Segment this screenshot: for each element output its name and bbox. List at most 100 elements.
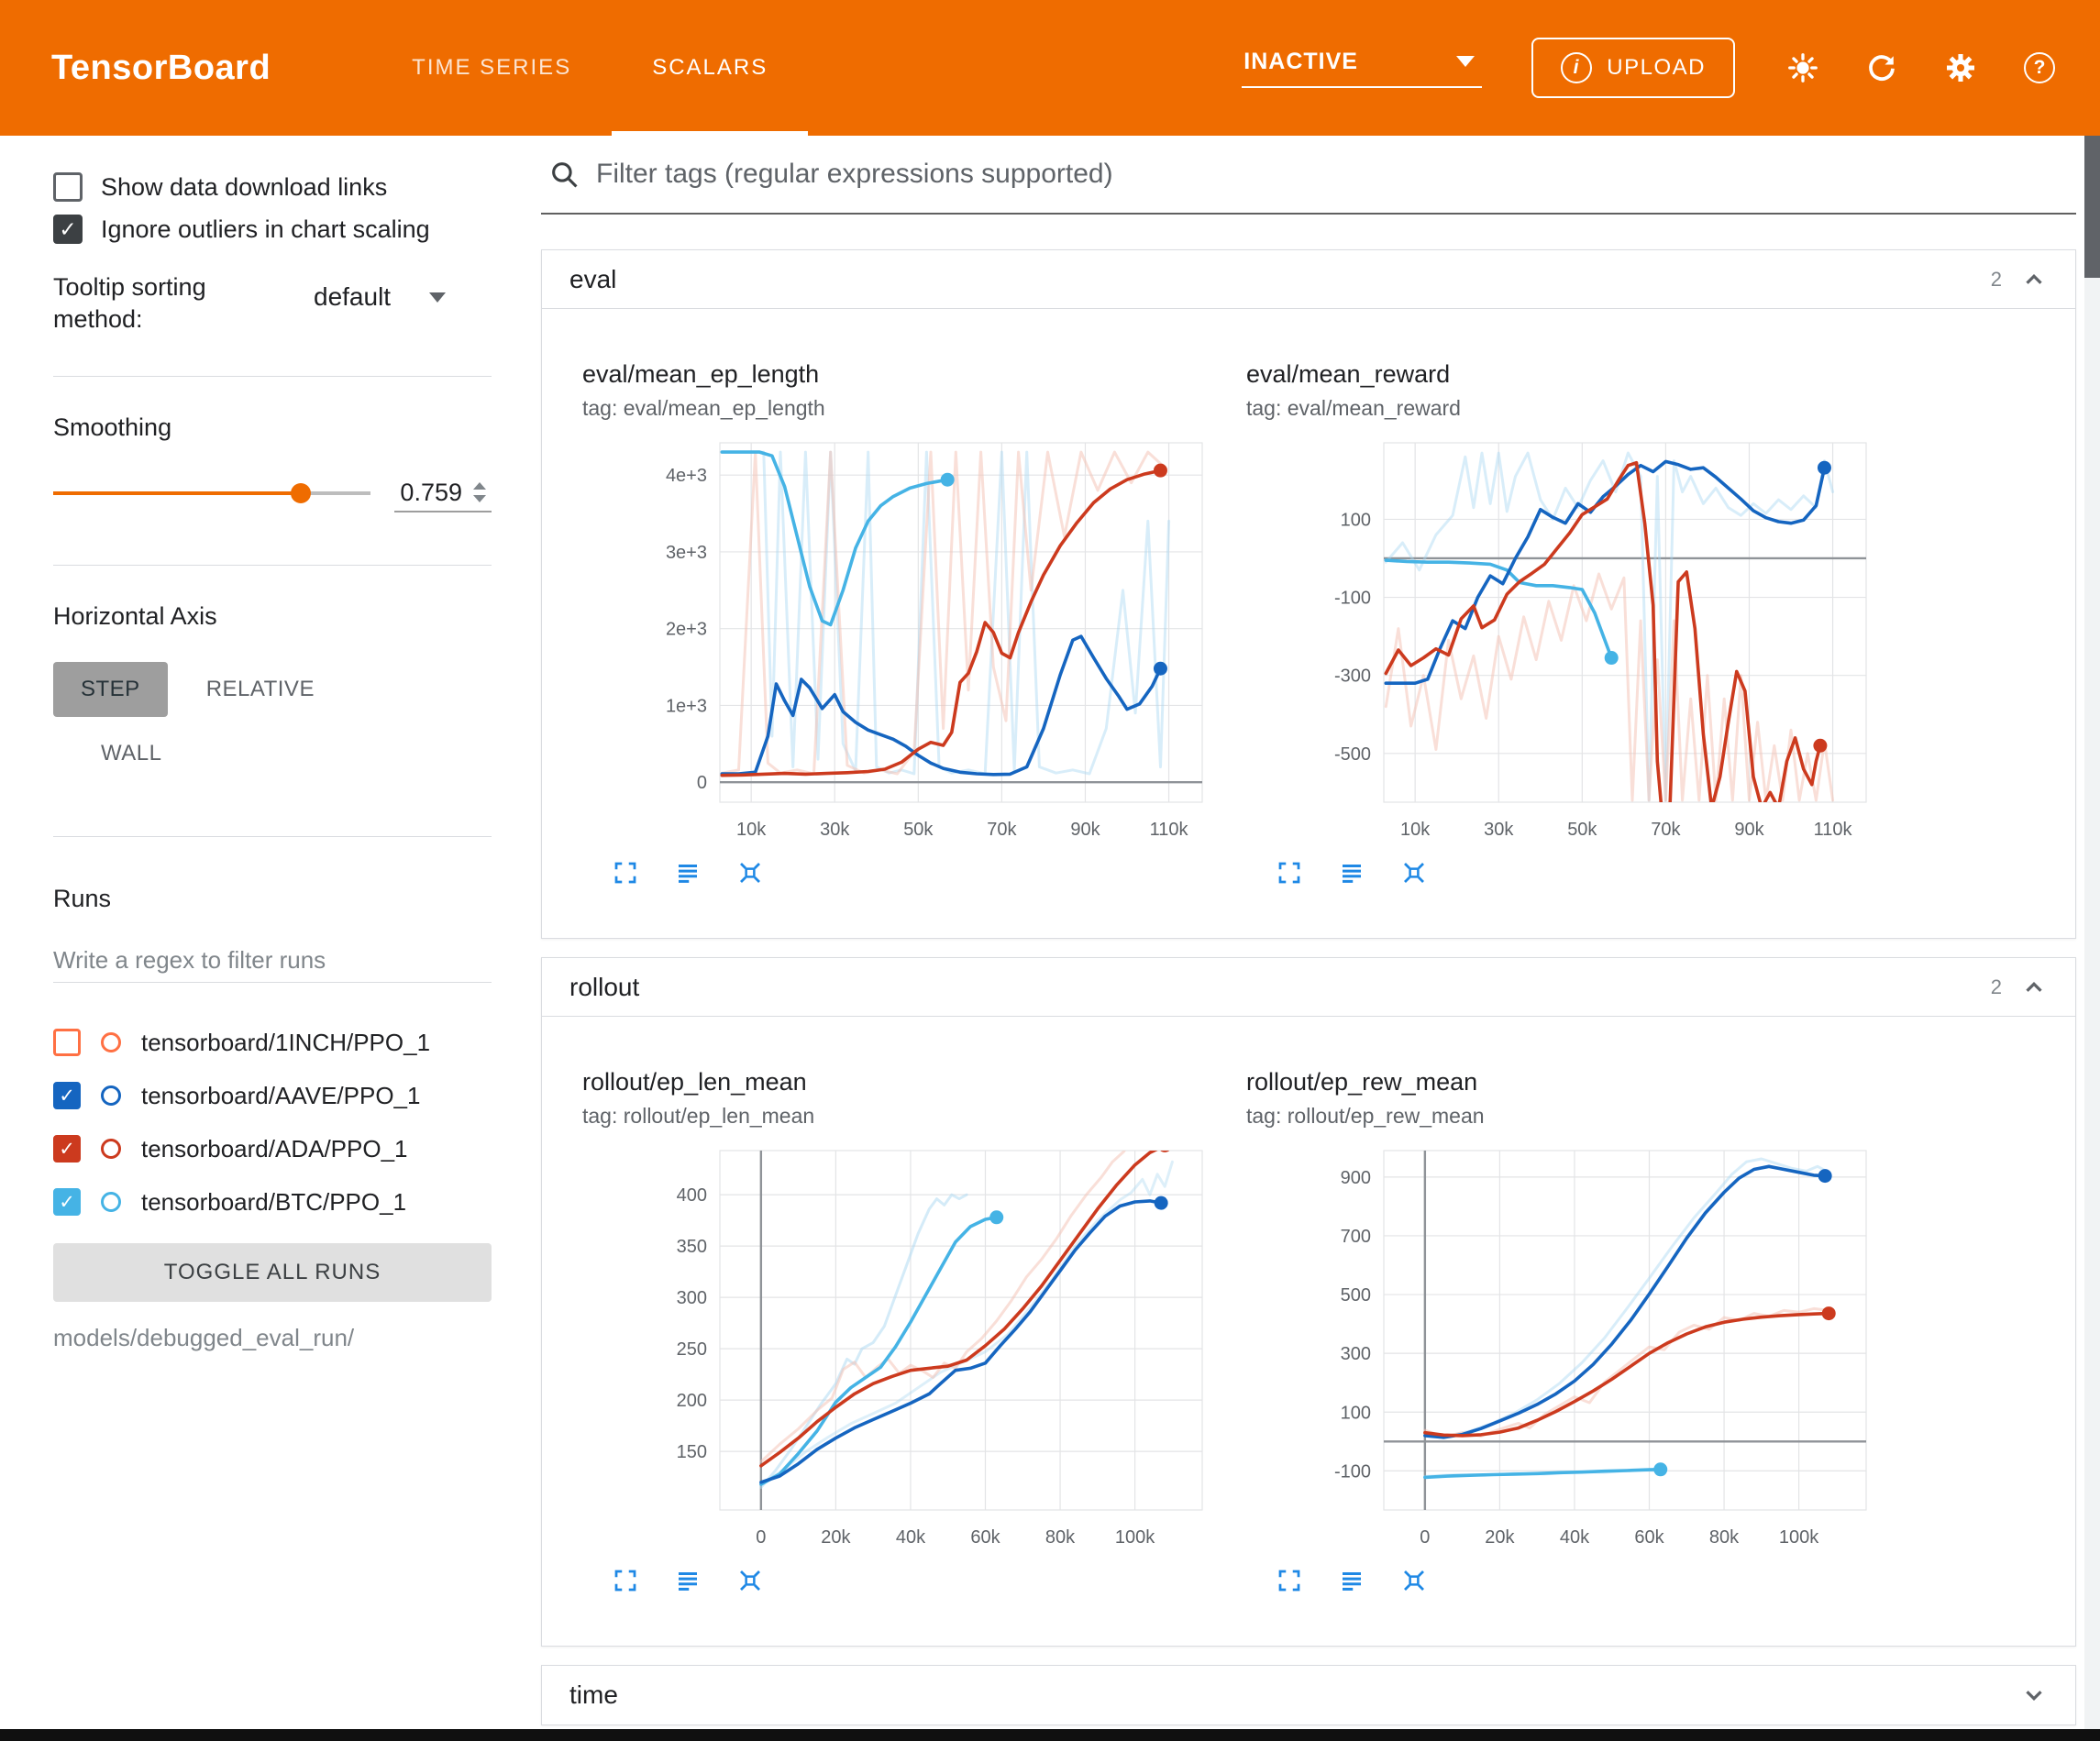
spinner-down-icon[interactable]	[473, 495, 486, 502]
runs-filter-input[interactable]	[53, 939, 492, 983]
show-download-links-row[interactable]: Show data download links	[53, 172, 492, 202]
slider-thumb[interactable]	[291, 483, 311, 503]
chart-toolbar	[1276, 859, 1879, 887]
upload-button-label: UPLOAD	[1607, 55, 1706, 81]
status-dropdown-value: INACTIVE	[1243, 49, 1358, 75]
run-row-aave[interactable]: ✓ tensorboard/AAVE/PPO_1	[53, 1073, 492, 1118]
run-checkbox[interactable]: ✓	[53, 1188, 81, 1216]
run-label: tensorboard/BTC/PPO_1	[141, 1188, 406, 1217]
chart-tag: tag: rollout/ep_rew_mean	[1246, 1104, 1879, 1129]
slider-track[interactable]	[53, 491, 370, 495]
tab-time-series[interactable]: TIME SERIES	[371, 0, 612, 136]
section-eval-body: eval/mean_ep_length tag: eval/mean_ep_le…	[542, 309, 2075, 938]
view-data-icon[interactable]	[1338, 859, 1365, 887]
status-dropdown[interactable]: INACTIVE	[1242, 49, 1482, 88]
tooltip-sorting-value: default	[314, 282, 391, 312]
run-color-ring	[101, 1032, 121, 1052]
svg-text:0: 0	[756, 1527, 766, 1548]
fit-domain-icon[interactable]	[736, 859, 764, 887]
upload-button[interactable]: i UPLOAD	[1531, 38, 1735, 98]
section-time-header[interactable]: time	[542, 1666, 2075, 1724]
svg-text:-100: -100	[1334, 1461, 1371, 1482]
tooltip-sorting-dropdown[interactable]: default	[314, 282, 446, 312]
runs-heading: Runs	[53, 885, 492, 913]
view-data-icon[interactable]	[674, 1567, 702, 1594]
expand-chart-icon[interactable]	[612, 859, 639, 887]
svg-text:200: 200	[677, 1391, 707, 1411]
spinner-up-icon[interactable]	[473, 482, 486, 490]
sidebar-divider	[53, 836, 492, 837]
chart-tag: tag: eval/mean_reward	[1246, 396, 1879, 421]
vertical-scrollbar[interactable]	[2084, 136, 2100, 1729]
run-checkbox[interactable]: ✓	[53, 1082, 81, 1109]
svg-text:400: 400	[677, 1185, 707, 1206]
svg-text:100k: 100k	[1115, 1527, 1155, 1548]
ignore-outliers-label: Ignore outliers in chart scaling	[101, 215, 430, 244]
axis-relative-button[interactable]: RELATIVE	[179, 662, 342, 717]
run-row-1inch[interactable]: ✓ tensorboard/1INCH/PPO_1	[53, 1019, 492, 1065]
svg-text:90k: 90k	[1070, 820, 1100, 840]
line-chart[interactable]: 10k30k50k70k90k110k100-100-300-500	[1246, 435, 1879, 848]
header-icons: ?	[1785, 50, 2058, 86]
section-eval-header[interactable]: eval 2	[542, 250, 2075, 309]
help-icon[interactable]: ?	[2021, 50, 2058, 86]
axis-buttons-row2: WALL	[53, 726, 492, 781]
settings-gear-icon[interactable]	[1942, 50, 1979, 86]
smoothing-slider[interactable]	[53, 479, 370, 508]
chevron-up-icon[interactable]	[2020, 266, 2048, 293]
section-title: eval	[569, 265, 616, 294]
chevron-up-icon[interactable]	[2020, 974, 2048, 1001]
svg-text:250: 250	[677, 1339, 707, 1360]
axis-step-button[interactable]: STEP	[53, 662, 168, 717]
line-chart[interactable]: 020k40k60k80k100k-100100300500700900	[1246, 1143, 1879, 1556]
show-download-links-checkbox[interactable]	[53, 172, 83, 202]
section-chart-count: 2	[1991, 268, 2002, 292]
chevron-down-icon[interactable]	[2020, 1681, 2048, 1709]
expand-chart-icon[interactable]	[1276, 859, 1303, 887]
section-card-eval: eval 2 eval/mean_ep_length tag: eval/mea…	[541, 249, 2076, 939]
scrollbar-thumb[interactable]	[2084, 136, 2100, 278]
run-checkbox[interactable]: ✓	[53, 1135, 81, 1163]
view-data-icon[interactable]	[674, 859, 702, 887]
chart-eval-mean-ep-length: eval/mean_ep_length tag: eval/mean_ep_le…	[582, 360, 1215, 887]
svg-text:20k: 20k	[821, 1527, 851, 1548]
section-card-rollout: rollout 2 rollout/ep_len_mean tag: rollo…	[541, 957, 2076, 1647]
tag-filter-input[interactable]	[596, 159, 2069, 190]
tab-scalars[interactable]: SCALARS	[612, 0, 808, 136]
refresh-icon[interactable]	[1863, 50, 1900, 86]
run-row-ada[interactable]: ✓ tensorboard/ADA/PPO_1	[53, 1126, 492, 1172]
svg-text:100k: 100k	[1779, 1527, 1819, 1548]
chart-title: eval/mean_reward	[1246, 360, 1879, 389]
toggle-all-runs-button[interactable]: TOGGLE ALL RUNS	[53, 1243, 492, 1302]
value-spinner	[473, 482, 486, 502]
run-color-ring	[101, 1085, 121, 1106]
svg-text:80k: 80k	[1709, 1527, 1740, 1548]
svg-text:300: 300	[677, 1288, 707, 1308]
fit-domain-icon[interactable]	[736, 1567, 764, 1594]
line-chart[interactable]: 10k30k50k70k90k110k01e+32e+33e+34e+3	[582, 435, 1215, 848]
ignore-outliers-row[interactable]: ✓ Ignore outliers in chart scaling	[53, 215, 492, 244]
axis-wall-button[interactable]: WALL	[73, 726, 189, 781]
tag-filter-bar	[541, 136, 2076, 215]
ignore-outliers-checkbox[interactable]: ✓	[53, 215, 83, 244]
smoothing-value-input[interactable]: 0.759	[394, 475, 492, 512]
chart-title: rollout/ep_rew_mean	[1246, 1068, 1879, 1096]
chart-eval-mean-reward: eval/mean_reward tag: eval/mean_reward 1…	[1246, 360, 1879, 887]
run-checkbox[interactable]: ✓	[53, 1029, 81, 1056]
line-chart[interactable]: 020k40k60k80k100k150200250300350400	[582, 1143, 1215, 1556]
tooltip-sorting-row: Tooltip sorting method: default	[53, 271, 492, 336]
svg-text:60k: 60k	[1634, 1527, 1664, 1548]
expand-chart-icon[interactable]	[612, 1567, 639, 1594]
horizontal-axis-label: Horizontal Axis	[53, 602, 492, 631]
expand-chart-icon[interactable]	[1276, 1567, 1303, 1594]
fit-domain-icon[interactable]	[1400, 1567, 1428, 1594]
brightness-icon[interactable]	[1785, 50, 1821, 86]
section-title: time	[569, 1680, 618, 1710]
main-content: eval 2 eval/mean_ep_length tag: eval/mea…	[537, 136, 2100, 1729]
section-rollout-header[interactable]: rollout 2	[542, 958, 2075, 1017]
svg-text:2e+3: 2e+3	[666, 620, 707, 640]
run-row-btc[interactable]: ✓ tensorboard/BTC/PPO_1	[53, 1179, 492, 1225]
app-logo: TensorBoard	[51, 49, 271, 88]
view-data-icon[interactable]	[1338, 1567, 1365, 1594]
fit-domain-icon[interactable]	[1400, 859, 1428, 887]
